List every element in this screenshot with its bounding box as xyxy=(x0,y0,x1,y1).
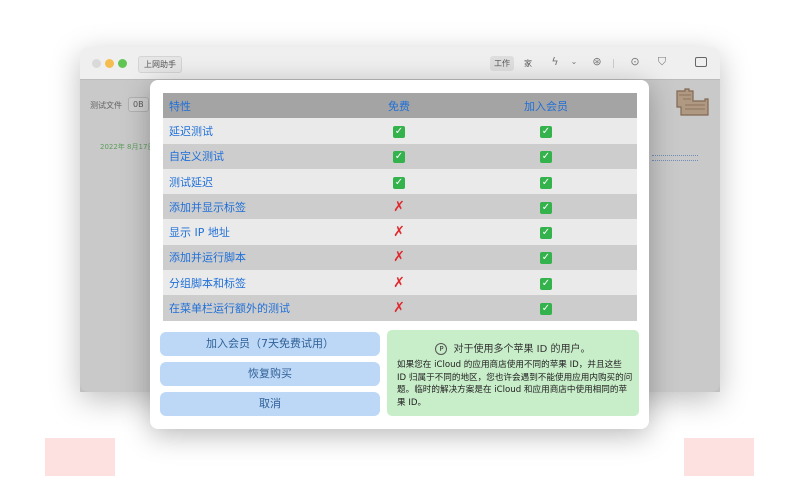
checkmark-icon: ✓ xyxy=(540,176,552,189)
header-member: 加入会员 xyxy=(524,99,568,113)
member-cell: ✓ xyxy=(455,124,637,138)
feature-name: 显示 IP 地址 xyxy=(169,226,230,240)
toolbar-divider xyxy=(613,59,614,68)
notice-title: P 对于使用多个苹果 ID 的用户。 xyxy=(387,340,639,355)
close-window-button[interactable] xyxy=(92,59,101,68)
table-row: 分组脚本和标签 ✗ ✓ xyxy=(163,270,637,296)
cross-icon: ✗ xyxy=(393,224,405,241)
chevron-down-icon[interactable]: ⌄ xyxy=(567,57,581,66)
free-cell: ✗ xyxy=(343,276,455,290)
cancel-button[interactable]: 取消 xyxy=(160,392,380,416)
table-row: 添加并显示标签 ✗ ✓ xyxy=(163,194,637,220)
minimize-window-button[interactable] xyxy=(105,59,114,68)
cross-icon: ✗ xyxy=(393,274,405,291)
multi-apple-id-notice: P 对于使用多个苹果 ID 的用户。 如果您在 iCloud 的应用商店使用不同的… xyxy=(387,330,639,416)
feature-name: 测试延迟 xyxy=(169,175,213,189)
member-cell: ✓ xyxy=(455,149,637,164)
app-tab[interactable]: 上网助手 xyxy=(138,56,182,73)
checkmark-icon: ✓ xyxy=(540,201,552,214)
checkmark-icon: ✓ xyxy=(540,227,552,240)
decor-block-right xyxy=(684,438,754,476)
checkmark-icon: ✓ xyxy=(393,125,405,138)
free-cell: ✗ xyxy=(343,301,455,315)
free-cell: ✗ xyxy=(343,250,455,264)
checkmark-icon: ✓ xyxy=(540,151,552,164)
free-cell: ✗ xyxy=(343,225,455,239)
table-row: 显示 IP 地址 ✗ ✓ xyxy=(163,219,637,245)
free-cell: ✓ xyxy=(343,149,455,164)
member-cell: ✓ xyxy=(455,175,637,189)
checkmark-icon: ✓ xyxy=(540,303,552,316)
feature-name: 添加并显示标签 xyxy=(169,200,246,214)
cross-icon: ✗ xyxy=(393,300,405,317)
free-cell: ✗ xyxy=(343,200,455,214)
table-row: 测试延迟 ✓ ✓ xyxy=(163,168,637,195)
table-row: 延迟测试 ✓ ✓ xyxy=(163,118,637,144)
checkmark-icon: ✓ xyxy=(540,277,552,290)
cross-icon: ✗ xyxy=(393,249,405,266)
table-row: 自定义测试 ✓ ✓ xyxy=(163,143,637,169)
info-icon: P xyxy=(435,343,448,355)
send-icon[interactable]: ⊙ xyxy=(628,55,642,68)
feature-name: 添加并运行脚本 xyxy=(169,251,246,265)
feature-name: 延迟测试 xyxy=(169,124,213,138)
notice-title-text: 对于使用多个苹果 ID 的用户。 xyxy=(453,344,591,355)
feature-name: 自定义测试 xyxy=(169,150,224,164)
segment-home[interactable]: 家 xyxy=(520,56,536,71)
feature-name: 分组脚本和标签 xyxy=(169,276,246,290)
table-row: 添加并运行脚本 ✗ ✓ xyxy=(163,244,637,271)
feature-name: 在菜单栏运行额外的测试 xyxy=(169,302,290,316)
bug-icon[interactable]: ⊛ xyxy=(590,55,604,68)
feature-table: 特性 免费 加入会员 延迟测试 ✓ ✓ 自定义测试 ✓ ✓ 测试延迟 ✓ ✓ 添加并显示标签 ✗ ✓ 显… xyxy=(163,93,637,321)
checkmark-icon: ✓ xyxy=(393,176,405,189)
member-cell: ✓ xyxy=(455,301,637,316)
title-bar: 上网助手 工作 家 ϟ ⌄ ⊛ ⊙ ⛉ xyxy=(80,47,720,80)
cross-icon: ✗ xyxy=(393,198,405,215)
lightning-icon[interactable]: ϟ xyxy=(548,55,562,68)
restore-purchase-button[interactable]: 恢复购买 xyxy=(160,362,380,386)
checkmark-icon: ✓ xyxy=(540,252,552,265)
zoom-window-button[interactable] xyxy=(118,59,127,68)
checkmark-icon: ✓ xyxy=(540,125,552,138)
segment-work[interactable]: 工作 xyxy=(490,56,514,71)
header-free: 免费 xyxy=(388,99,410,113)
free-cell: ✓ xyxy=(343,175,455,189)
notice-body: 如果您在 iCloud 的应用商店使用不同的苹果 ID，并且这些 ID 归属于不… xyxy=(397,360,633,408)
free-cell: ✓ xyxy=(343,124,455,138)
member-cell: ✓ xyxy=(455,225,637,240)
table-header-row: 特性 免费 加入会员 xyxy=(163,93,637,119)
member-cell: ✓ xyxy=(455,200,637,214)
member-cell: ✓ xyxy=(455,250,637,265)
header-feature: 特性 xyxy=(169,99,191,113)
checkmark-icon: ✓ xyxy=(393,151,405,164)
decor-block-left xyxy=(45,438,115,476)
member-cell: ✓ xyxy=(455,276,637,290)
table-row: 在菜单栏运行额外的测试 ✗ ✓ xyxy=(163,295,637,321)
cart-icon[interactable]: ⛉ xyxy=(655,55,669,69)
sidebar-icon[interactable] xyxy=(695,57,707,67)
upgrade-dialog: 特性 免费 加入会员 延迟测试 ✓ ✓ 自定义测试 ✓ ✓ 测试延迟 ✓ ✓ 添加并显示标签 ✗ ✓ 显… xyxy=(150,80,649,429)
join-membership-button[interactable]: 加入会员（7天免费试用） xyxy=(160,332,380,356)
